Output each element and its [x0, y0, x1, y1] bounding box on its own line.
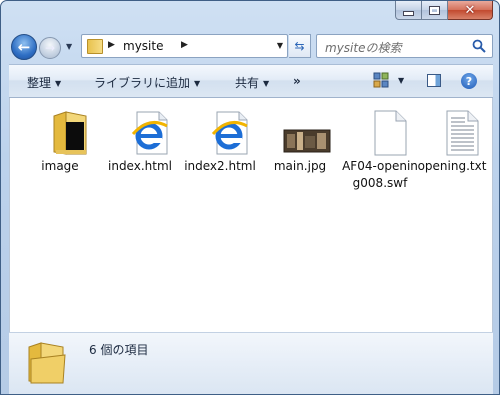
folder-icon	[28, 342, 66, 384]
navigation-bar: ← → ▼ ▶ mysite ▶ ▼ ⇆ mysiteの検索	[9, 31, 493, 63]
file-name: index.html	[108, 159, 172, 173]
add-to-library-label: ライブラリに追加	[94, 76, 191, 90]
folder-icon	[87, 39, 103, 54]
address-history-dropdown[interactable]: ▼	[277, 41, 283, 50]
file-item[interactable]: main.jpg	[262, 110, 338, 175]
back-arrow-icon: ←	[17, 38, 31, 56]
minimize-icon	[403, 10, 414, 16]
details-pane: 6 個の項目	[9, 332, 493, 394]
item-count: 6 個の項目	[89, 343, 149, 357]
chevron-down-icon: ▼	[263, 79, 270, 88]
help-icon[interactable]: ?	[461, 73, 477, 89]
organize-label: 整理	[27, 76, 52, 90]
refresh-icon: ⇆	[294, 39, 305, 53]
forward-button[interactable]: →	[39, 37, 61, 59]
breadcrumb-separator-icon[interactable]: ▶	[108, 40, 115, 50]
change-view-icon[interactable]	[373, 72, 389, 88]
file-name: opening.txt	[417, 159, 487, 173]
close-icon: ✕	[464, 2, 476, 18]
close-button[interactable]: ✕	[448, 1, 493, 20]
file-name: image	[41, 159, 79, 173]
ie-html-icon	[102, 110, 178, 156]
file-name: AF04-opening008.swf	[342, 159, 418, 190]
breadcrumb-mysite[interactable]: mysite	[123, 39, 163, 53]
share-menu[interactable]: 共有 ▼	[235, 74, 269, 91]
file-item[interactable]: index2.html	[182, 110, 258, 175]
file-list: image index.html index2.html main.jpg AF…	[9, 98, 493, 332]
file-item[interactable]: index.html	[102, 110, 178, 175]
blank-file-icon	[342, 110, 418, 156]
folder-icon	[22, 110, 98, 156]
file-item[interactable]: AF04-opening008.swf	[342, 110, 418, 192]
more-commands-button[interactable]: »	[293, 74, 301, 88]
search-icon[interactable]	[472, 39, 486, 53]
text-file-icon	[414, 110, 490, 156]
search-input[interactable]: mysiteの検索	[325, 39, 401, 56]
file-item[interactable]: image	[22, 110, 98, 175]
ie-html-icon	[182, 110, 258, 156]
command-bar: 整理 ▼ ライブラリに追加 ▼ 共有 ▼ » ▼ ?	[9, 64, 493, 98]
breadcrumb-separator-icon[interactable]: ▶	[181, 40, 188, 50]
organize-menu[interactable]: 整理 ▼	[27, 74, 61, 91]
view-options-dropdown[interactable]: ▼	[398, 76, 404, 85]
file-name: main.jpg	[273, 159, 327, 173]
forward-arrow-icon: →	[44, 41, 56, 55]
refresh-button[interactable]: ⇆	[289, 34, 311, 58]
caption-buttons: ✕	[395, 1, 493, 20]
file-item[interactable]: opening.txt	[414, 110, 490, 175]
file-name: index2.html	[184, 159, 256, 173]
back-button[interactable]: ←	[11, 34, 37, 60]
minimize-button[interactable]	[395, 1, 422, 20]
recent-pages-dropdown[interactable]: ▼	[66, 42, 72, 51]
maximize-icon	[429, 5, 440, 15]
address-bar[interactable]: ▶ mysite ▶ ▼	[81, 34, 288, 58]
share-label: 共有	[235, 76, 260, 90]
chevron-down-icon: ▼	[194, 79, 201, 88]
preview-pane-icon[interactable]	[427, 74, 441, 87]
add-to-library-menu[interactable]: ライブラリに追加 ▼	[94, 74, 200, 91]
maximize-button[interactable]	[422, 1, 448, 20]
chevron-down-icon: ▼	[55, 79, 62, 88]
search-box[interactable]: mysiteの検索	[316, 34, 493, 58]
jpg-thumbnail	[262, 110, 338, 156]
explorer-window: ✕ ← → ▼ ▶ mysite ▶ ▼ ⇆ mysiteの検索 整理 ▼ ライ…	[0, 0, 500, 395]
